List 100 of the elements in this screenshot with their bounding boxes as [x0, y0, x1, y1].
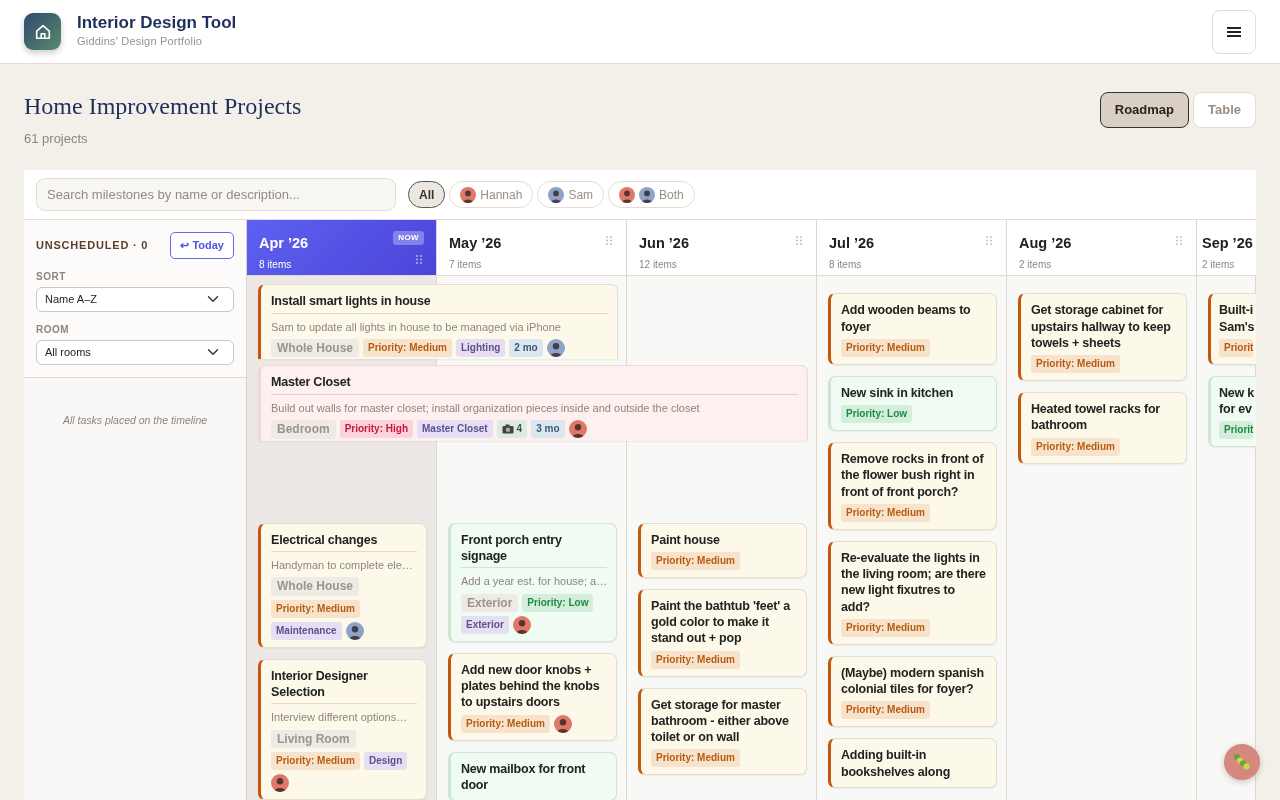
month-label: Jun ’26	[639, 234, 689, 254]
priority-tag: Priority: Medium	[841, 503, 930, 522]
task-card[interactable]: Electrical changes Handyman to complete ele… Whole House Priority: Medium Maintenance	[258, 522, 427, 648]
category-tag: Design	[363, 752, 408, 771]
photo-count: 4	[516, 423, 523, 436]
task-card[interactable]: Add wooden beams to foyer Priority: Medium	[828, 293, 997, 365]
item-count: 2 items	[1202, 258, 1235, 273]
task-title: Built-i Sam's	[1219, 302, 1256, 335]
duration-tag: 2 mo	[509, 339, 543, 358]
task-title: Heated towel racks for bathroom	[1031, 401, 1161, 434]
task-card[interactable]: Heated towel racks for bathroom Priority: Medium	[1018, 392, 1187, 464]
drag-handle-icon[interactable]	[606, 236, 612, 246]
task-card[interactable]: New k for ev Priorit	[1208, 375, 1256, 448]
task-description: Add a year est. for house; a…	[461, 574, 607, 590]
month-label: Sep ’26	[1202, 234, 1253, 254]
filter-chip[interactable]: All	[408, 181, 446, 209]
priority-tag: Priority: Medium	[651, 749, 740, 768]
search-field[interactable]: Search milestones by name or description...	[36, 178, 396, 212]
task-title: Add new door knobs + plates behind the knobs to upstairs doors	[461, 661, 601, 711]
priority-tag: Priority: Medium	[1031, 437, 1120, 456]
priority-tag: Priority: Medium	[651, 551, 740, 570]
item-count: 8 items	[829, 258, 862, 273]
priority-tag: Priority: Low	[841, 405, 913, 424]
task-card[interactable]: Install smart lights in house Sam to update all lights in house to be managed via iPhone Whole House Priority: Medium Lighting 2 mo	[258, 284, 618, 360]
task-card[interactable]: Master Closet Build out walls for master closet; install organization pieces inside and outside the closet Bedroom Priority: High Master Closet 4 3 mo	[258, 365, 808, 441]
item-count: 12 items	[639, 258, 677, 273]
task-card[interactable]: Remove rocks in front of the flower bush right in front of front porch? Priority: Medium	[828, 442, 997, 530]
task-description: Interview different options…	[271, 710, 409, 726]
drag-handle-icon[interactable]	[1176, 236, 1182, 246]
task-title: Interior Designer Selection	[271, 667, 417, 705]
priority-tag: Priority: Medium	[363, 339, 452, 358]
sort-select[interactable]: Name A–Z	[36, 286, 234, 312]
task-card[interactable]: New mailbox for front door	[448, 751, 617, 800]
category-tag: Master Closet	[417, 420, 493, 439]
item-count: 7 items	[449, 258, 482, 273]
task-card[interactable]: Interior Designer Selection Interview different options… Living Room Priority: Medium Design	[258, 658, 427, 800]
room-select[interactable]: All rooms	[36, 339, 234, 365]
menu-icon	[1227, 25, 1241, 38]
unscheduled-label: UNSCHEDULED · 0	[36, 238, 149, 254]
task-card[interactable]: (Maybe) modern spanish colonial tiles for foyer? Priority: Medium	[828, 655, 997, 728]
drag-handle-icon[interactable]	[416, 255, 422, 265]
task-card[interactable]: Adding built-in bookshelves along	[828, 738, 997, 788]
room-tag: Whole House	[271, 339, 359, 358]
task-card[interactable]: Built-i Sam's Priorit	[1208, 293, 1256, 365]
task-card[interactable]: Get storage for master bathroom - either above toilet or on wall Priority: Medium	[638, 687, 807, 776]
app-subtitle: Giddins' Design Portfolio	[77, 34, 204, 49]
priority-tag: Priority: Medium	[841, 618, 930, 637]
app-title: Interior Design Tool	[77, 13, 237, 33]
room-label: ROOM	[36, 322, 71, 337]
priority-tag: Priority: Medium	[841, 701, 930, 720]
priority-tag: Priorit	[1219, 421, 1254, 440]
caterpillar-icon	[1232, 752, 1252, 772]
task-description: Handyman to complete ele…	[271, 557, 414, 573]
camera-icon	[501, 424, 514, 435]
task-title: New mailbox for front door	[461, 760, 587, 794]
task-title: Electrical changes	[271, 531, 417, 552]
task-card[interactable]: Get storage cabinet for upstairs hallway to keep towels + sheets Priority: Medium	[1018, 293, 1187, 382]
task-title: (Maybe) modern spanish colonial tiles for foyer?	[841, 664, 985, 698]
task-title: New sink in kitchen	[841, 384, 955, 402]
task-card[interactable]: Add new door knobs + plates behind the knobs to upstairs doors Priority: Medium	[448, 652, 617, 741]
priority-tag: Priority: Medium	[461, 714, 550, 733]
task-title: Master Closet	[271, 374, 798, 395]
task-card[interactable]: New sink in kitchen Priority: Low	[828, 375, 997, 432]
now-badge: NOW	[393, 231, 424, 246]
month-label: Jul ’26	[829, 234, 875, 254]
task-title: Paint the bathtub 'feet' a gold color to make it stand out + pop	[651, 597, 792, 647]
view-tab[interactable]: Roadmap	[1099, 92, 1189, 128]
task-title: Front porch entry signage	[461, 531, 607, 569]
priority-tag: Priority: Low	[522, 593, 594, 612]
task-title: Adding built-in bookshelves along	[841, 747, 952, 780]
task-title: Paint house	[651, 531, 721, 548]
page-title: Home Improvement Projects	[24, 92, 302, 121]
priority-tag: Priority: Medium	[651, 650, 740, 669]
priority-tag: Priority: Medium	[271, 599, 360, 618]
empty-note: All tasks placed on the timeline	[61, 412, 209, 428]
task-card[interactable]: Paint house Priority: Medium	[638, 522, 807, 578]
task-title: Re-evaluate the lights in the living room; are there new light fixutres to add?	[841, 549, 987, 615]
menu-button[interactable]	[1212, 9, 1256, 54]
task-title: Install smart lights in house	[271, 293, 608, 314]
priority-tag: Priority: Medium	[1031, 355, 1120, 374]
task-title: New k for ev	[1219, 384, 1256, 418]
task-card[interactable]: Front porch entry signage Add a year est. for house; a… Exterior Priority: Low Exterior	[448, 522, 617, 642]
task-title: Add wooden beams to foyer	[841, 302, 972, 335]
task-description: Sam to update all lights in house to be managed via iPhone	[271, 319, 562, 335]
priority-tag: Priorit	[1219, 338, 1254, 357]
house-icon	[33, 22, 52, 41]
drag-handle-icon[interactable]	[796, 236, 802, 246]
drag-handle-icon[interactable]	[986, 236, 992, 246]
category-tag: Lighting	[455, 339, 506, 358]
task-title: Get storage for master bathroom - either above toilet or on wall	[651, 696, 790, 746]
item-count: 8 items	[259, 258, 292, 273]
today-button[interactable]: ↩ Today	[170, 232, 234, 259]
sort-label: SORT	[36, 269, 67, 284]
month-label: Apr ’26	[259, 234, 309, 254]
task-card[interactable]: Paint the bathtub 'feet' a gold color to make it stand out + pop Priority: Medium	[638, 588, 807, 677]
task-card[interactable]: Re-evaluate the lights in the living room; are there new light fixutres to add? Priority: Medium	[828, 540, 997, 645]
room-tag: Whole House	[271, 577, 359, 596]
room-tag: Bedroom	[271, 420, 336, 439]
room-tag: Living Room	[271, 729, 356, 749]
room-tag: Exterior	[461, 593, 519, 612]
